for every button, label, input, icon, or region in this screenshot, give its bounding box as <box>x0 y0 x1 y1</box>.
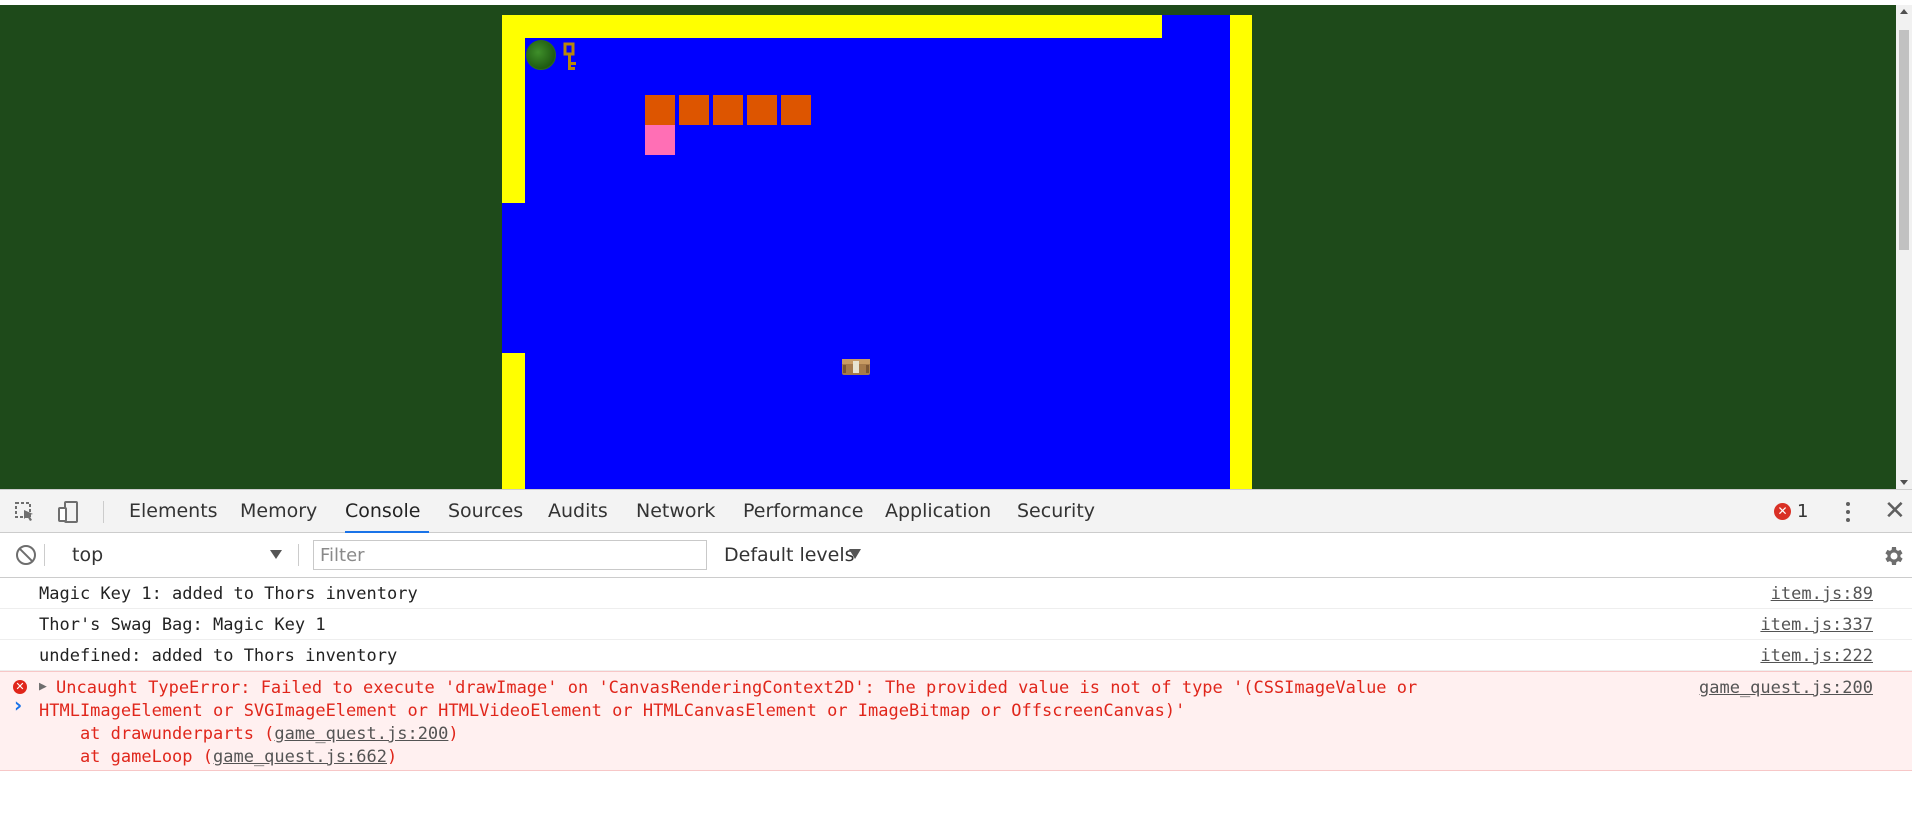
wall-top <box>502 15 1162 38</box>
levels-dropdown-arrow-icon[interactable] <box>849 549 861 559</box>
game-canvas[interactable] <box>502 15 1252 489</box>
error-count[interactable]: 1 <box>1797 501 1808 522</box>
orange-block <box>679 95 709 125</box>
devtools-tabbar: Elements Memory Console Sources Audits N… <box>0 489 1912 533</box>
device-toolbar-icon[interactable] <box>57 501 79 523</box>
console-error-row: ✕ ▶ Uncaught TypeError: Failed to execut… <box>0 671 1912 771</box>
tab-security[interactable]: Security <box>1017 490 1095 533</box>
stack-frame-text: ) <box>448 724 459 744</box>
tab-elements[interactable]: Elements <box>129 490 218 533</box>
error-icon: ✕ <box>13 680 27 694</box>
filter-input[interactable] <box>313 540 707 570</box>
stack-frame-link[interactable]: game_quest.js:200 <box>274 724 448 744</box>
toolbar-separator <box>44 544 45 566</box>
clear-console-icon[interactable] <box>16 545 36 565</box>
orange-block <box>747 95 777 125</box>
scroll-down-arrow-icon[interactable] <box>1900 480 1908 485</box>
console-log-row: undefined: added to Thors inventory item… <box>0 640 1912 671</box>
source-link[interactable]: game_quest.js:200 <box>1699 678 1873 698</box>
log-text: Thor's Swag Bag: Magic Key 1 <box>39 615 326 635</box>
tab-application[interactable]: Application <box>885 490 991 533</box>
context-dropdown-arrow-icon[interactable] <box>270 550 282 559</box>
close-icon[interactable]: ✕ <box>1884 496 1906 526</box>
inspect-element-icon[interactable] <box>14 501 36 523</box>
log-text: Magic Key 1: added to Thors inventory <box>39 584 418 604</box>
page-scrollbar[interactable] <box>1896 5 1912 489</box>
orange-block <box>713 95 743 125</box>
orange-block <box>781 95 811 125</box>
source-link[interactable]: item.js:222 <box>1760 646 1873 666</box>
console-log-row: Thor's Swag Bag: Magic Key 1 item.js:337 <box>0 609 1912 640</box>
tab-network[interactable]: Network <box>636 490 715 533</box>
error-message-line1: Uncaught TypeError: Failed to execute 'd… <box>56 678 1418 698</box>
wall-left-upper <box>502 15 525 203</box>
more-options-icon[interactable] <box>1843 500 1853 524</box>
wall-left-lower <box>502 353 525 489</box>
console-log-row: Magic Key 1: added to Thors inventory it… <box>0 578 1912 609</box>
expand-arrow-icon[interactable]: ▶ <box>39 679 47 694</box>
tab-console[interactable]: Console <box>345 490 429 533</box>
devtools-panel: Elements Memory Console Sources Audits N… <box>0 489 1912 821</box>
stack-frame-1: at drawunderparts (game_quest.js:200) <box>39 724 459 744</box>
stack-frame-link[interactable]: game_quest.js:662 <box>213 747 387 767</box>
tab-performance[interactable]: Performance <box>743 490 863 533</box>
page-viewport <box>0 5 1896 489</box>
tab-sources[interactable]: Sources <box>448 490 523 533</box>
stack-frame-2: at gameLoop (game_quest.js:662) <box>39 747 397 767</box>
error-badge-icon[interactable]: ✕ <box>1774 503 1791 520</box>
player-sprite <box>526 40 556 70</box>
treasure-chest-sprite <box>842 359 870 375</box>
console-prompt-icon[interactable]: › <box>14 693 22 717</box>
tabbar-separator <box>103 501 104 523</box>
error-message-line2: HTMLImageElement or SVGImageElement or H… <box>39 701 1186 721</box>
source-link[interactable]: item.js:337 <box>1760 615 1873 635</box>
tab-audits[interactable]: Audits <box>548 490 608 533</box>
scrollbar-thumb[interactable] <box>1899 30 1909 250</box>
log-text: undefined: added to Thors inventory <box>39 646 398 666</box>
orange-block <box>645 95 675 125</box>
log-levels-dropdown[interactable]: Default levels <box>724 542 855 568</box>
source-link[interactable]: item.js:89 <box>1771 584 1873 604</box>
stack-frame-text: ) <box>387 747 398 767</box>
stack-frame-text: at gameLoop ( <box>39 747 213 767</box>
settings-gear-icon[interactable] <box>1881 544 1905 568</box>
pink-block <box>645 125 675 155</box>
stack-frame-text: at drawunderparts ( <box>39 724 275 744</box>
toolbar-separator <box>298 544 299 566</box>
tab-memory[interactable]: Memory <box>240 490 317 533</box>
scroll-up-arrow-icon[interactable] <box>1900 9 1908 14</box>
wall-right <box>1230 15 1252 489</box>
console-messages: Magic Key 1: added to Thors inventory it… <box>0 578 1912 821</box>
magic-key-sprite <box>563 42 576 70</box>
context-selector[interactable]: top <box>72 542 302 568</box>
console-toolbar: top Default levels <box>0 533 1912 578</box>
